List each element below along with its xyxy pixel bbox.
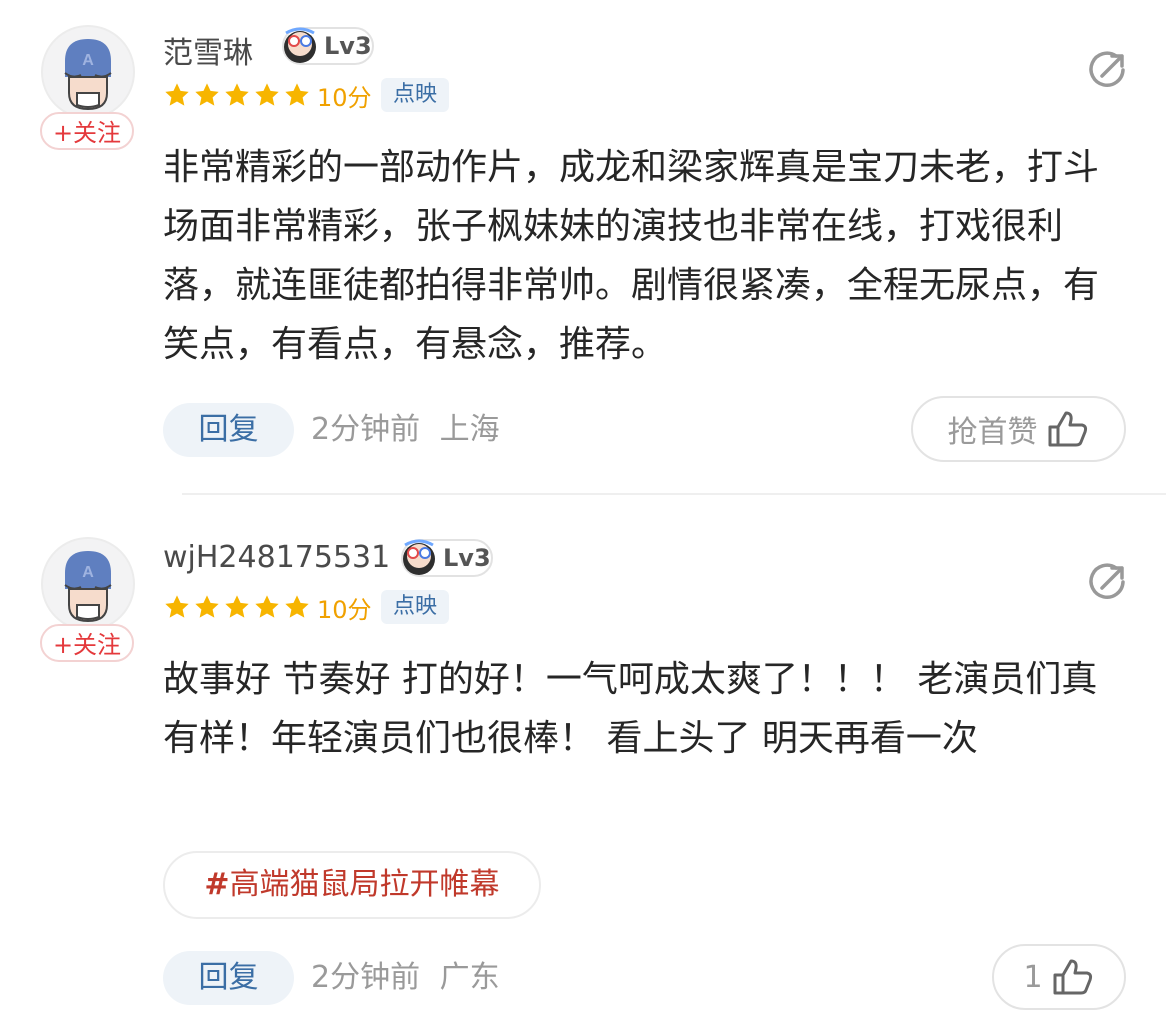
level-text: Lv3 bbox=[443, 544, 491, 572]
user-avatar[interactable]: A bbox=[41, 25, 135, 119]
divider bbox=[182, 493, 1166, 495]
thumbs-up-icon bbox=[1053, 959, 1092, 995]
user-avatar[interactable]: A bbox=[41, 537, 135, 631]
topic-text: 高端猫鼠局拉开帷幕 bbox=[229, 867, 500, 902]
avatar-block: A +关注 bbox=[40, 25, 136, 150]
comment-time: 2分钟前 bbox=[311, 412, 421, 447]
reply-button[interactable]: 回复 bbox=[163, 403, 294, 457]
username[interactable]: 范雪琳 bbox=[163, 28, 253, 72]
source-tag: 点映 bbox=[381, 590, 450, 624]
star-icon bbox=[225, 595, 249, 618]
star-icon bbox=[255, 83, 279, 106]
like-label: 抢首赞 bbox=[947, 415, 1038, 450]
captain-america-avatar-icon: A bbox=[64, 39, 112, 111]
topic-hash: # bbox=[204, 867, 230, 902]
rating-stars: 10分 bbox=[163, 592, 372, 624]
star-icon bbox=[165, 83, 189, 106]
captain-america-avatar-icon: A bbox=[64, 551, 112, 623]
star-icon bbox=[255, 595, 279, 618]
star-icon bbox=[195, 83, 219, 106]
comment-time: 2分钟前 bbox=[311, 960, 421, 995]
username[interactable]: wjH248175531 bbox=[163, 540, 390, 575]
level-badge-icon bbox=[403, 539, 435, 575]
level-badge: Lv3 bbox=[401, 539, 493, 577]
like-button[interactable]: 抢首赞 bbox=[911, 396, 1126, 462]
rating-stars: 10分 bbox=[163, 80, 372, 112]
comment-text: 非常精彩的一部动作片，成龙和梁家辉真是宝刀未老，打斗场面非常精彩，张子枫妹妹的演… bbox=[163, 147, 1100, 365]
star-icon bbox=[225, 83, 249, 106]
source-tag: 点映 bbox=[381, 78, 450, 112]
comment-location: 广东 bbox=[439, 960, 500, 995]
star-icon bbox=[195, 595, 219, 618]
star-icon bbox=[285, 595, 309, 618]
comment-location: 上海 bbox=[439, 412, 500, 447]
topic-tag[interactable]: #高端猫鼠局拉开帷幕 bbox=[163, 851, 541, 919]
avatar-block: A +关注 bbox=[40, 537, 136, 662]
thumbs-up-icon bbox=[1048, 411, 1087, 447]
comment-meta: 2分钟前 上海 bbox=[311, 403, 500, 457]
rating-score: 10分 bbox=[317, 595, 372, 624]
follow-button[interactable]: +关注 bbox=[40, 624, 134, 662]
like-button[interactable]: 1 bbox=[992, 944, 1126, 1010]
level-badge-icon bbox=[284, 27, 316, 63]
level-badge: Lv3 bbox=[282, 27, 374, 65]
share-icon[interactable] bbox=[1086, 50, 1128, 92]
share-icon[interactable] bbox=[1086, 562, 1128, 604]
comment-text: 故事好 节奏好 打的好！一气呵成太爽了！！！ 老演员们真有样！年轻演员们也很棒！… bbox=[163, 659, 1098, 759]
svg-text:A: A bbox=[82, 564, 94, 581]
svg-text:A: A bbox=[82, 52, 94, 69]
follow-button[interactable]: +关注 bbox=[40, 112, 134, 150]
comment-meta: 2分钟前 广东 bbox=[311, 951, 500, 1005]
level-text: Lv3 bbox=[324, 32, 372, 60]
rating-score: 10分 bbox=[317, 83, 372, 112]
reply-button[interactable]: 回复 bbox=[163, 951, 294, 1005]
like-count: 1 bbox=[1023, 959, 1043, 995]
star-icon bbox=[285, 83, 309, 106]
star-icon bbox=[165, 595, 189, 618]
